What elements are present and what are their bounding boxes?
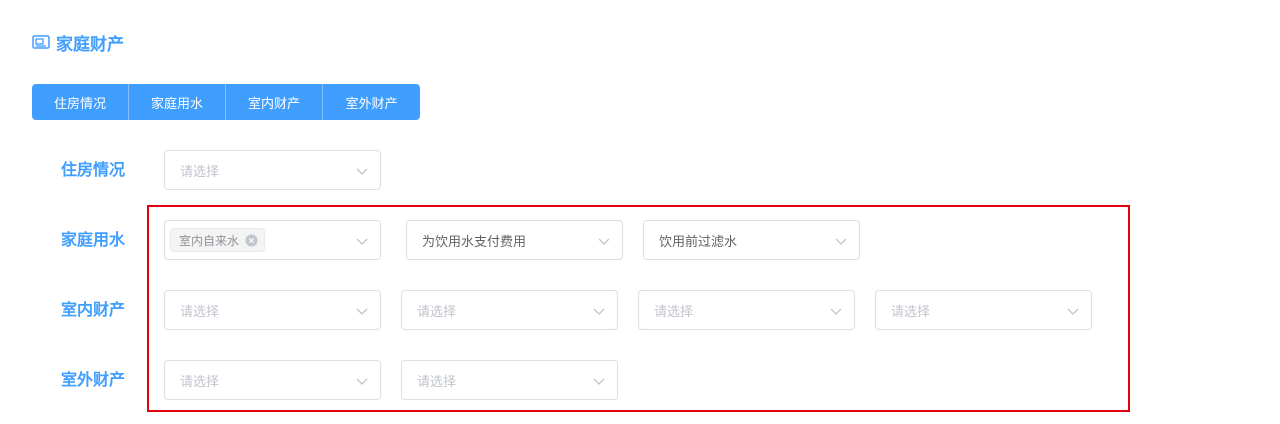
tab-housing[interactable]: 住房情况: [32, 84, 129, 120]
label-water: 家庭用水: [61, 230, 126, 249]
label-indoor: 室内财产: [61, 300, 126, 319]
chevron-down-icon: [356, 168, 368, 175]
tab-outdoor[interactable]: 室外财产: [323, 84, 420, 120]
label-housing: 住房情况: [61, 160, 126, 179]
housing-select[interactable]: 请选择: [164, 150, 381, 190]
tab-indoor[interactable]: 室内财产: [226, 84, 323, 120]
tab-water[interactable]: 家庭用水: [129, 84, 226, 120]
tab-bar: 住房情况 家庭用水 室内财产 室外财产: [32, 84, 420, 120]
label-outdoor: 室外财产: [61, 370, 126, 389]
id-card-icon: [32, 35, 50, 49]
select-placeholder: 请选择: [180, 164, 220, 180]
highlight-box: [147, 205, 1130, 412]
section-title: 家庭财产: [32, 31, 124, 55]
section-title-text: 家庭财产: [56, 34, 124, 55]
